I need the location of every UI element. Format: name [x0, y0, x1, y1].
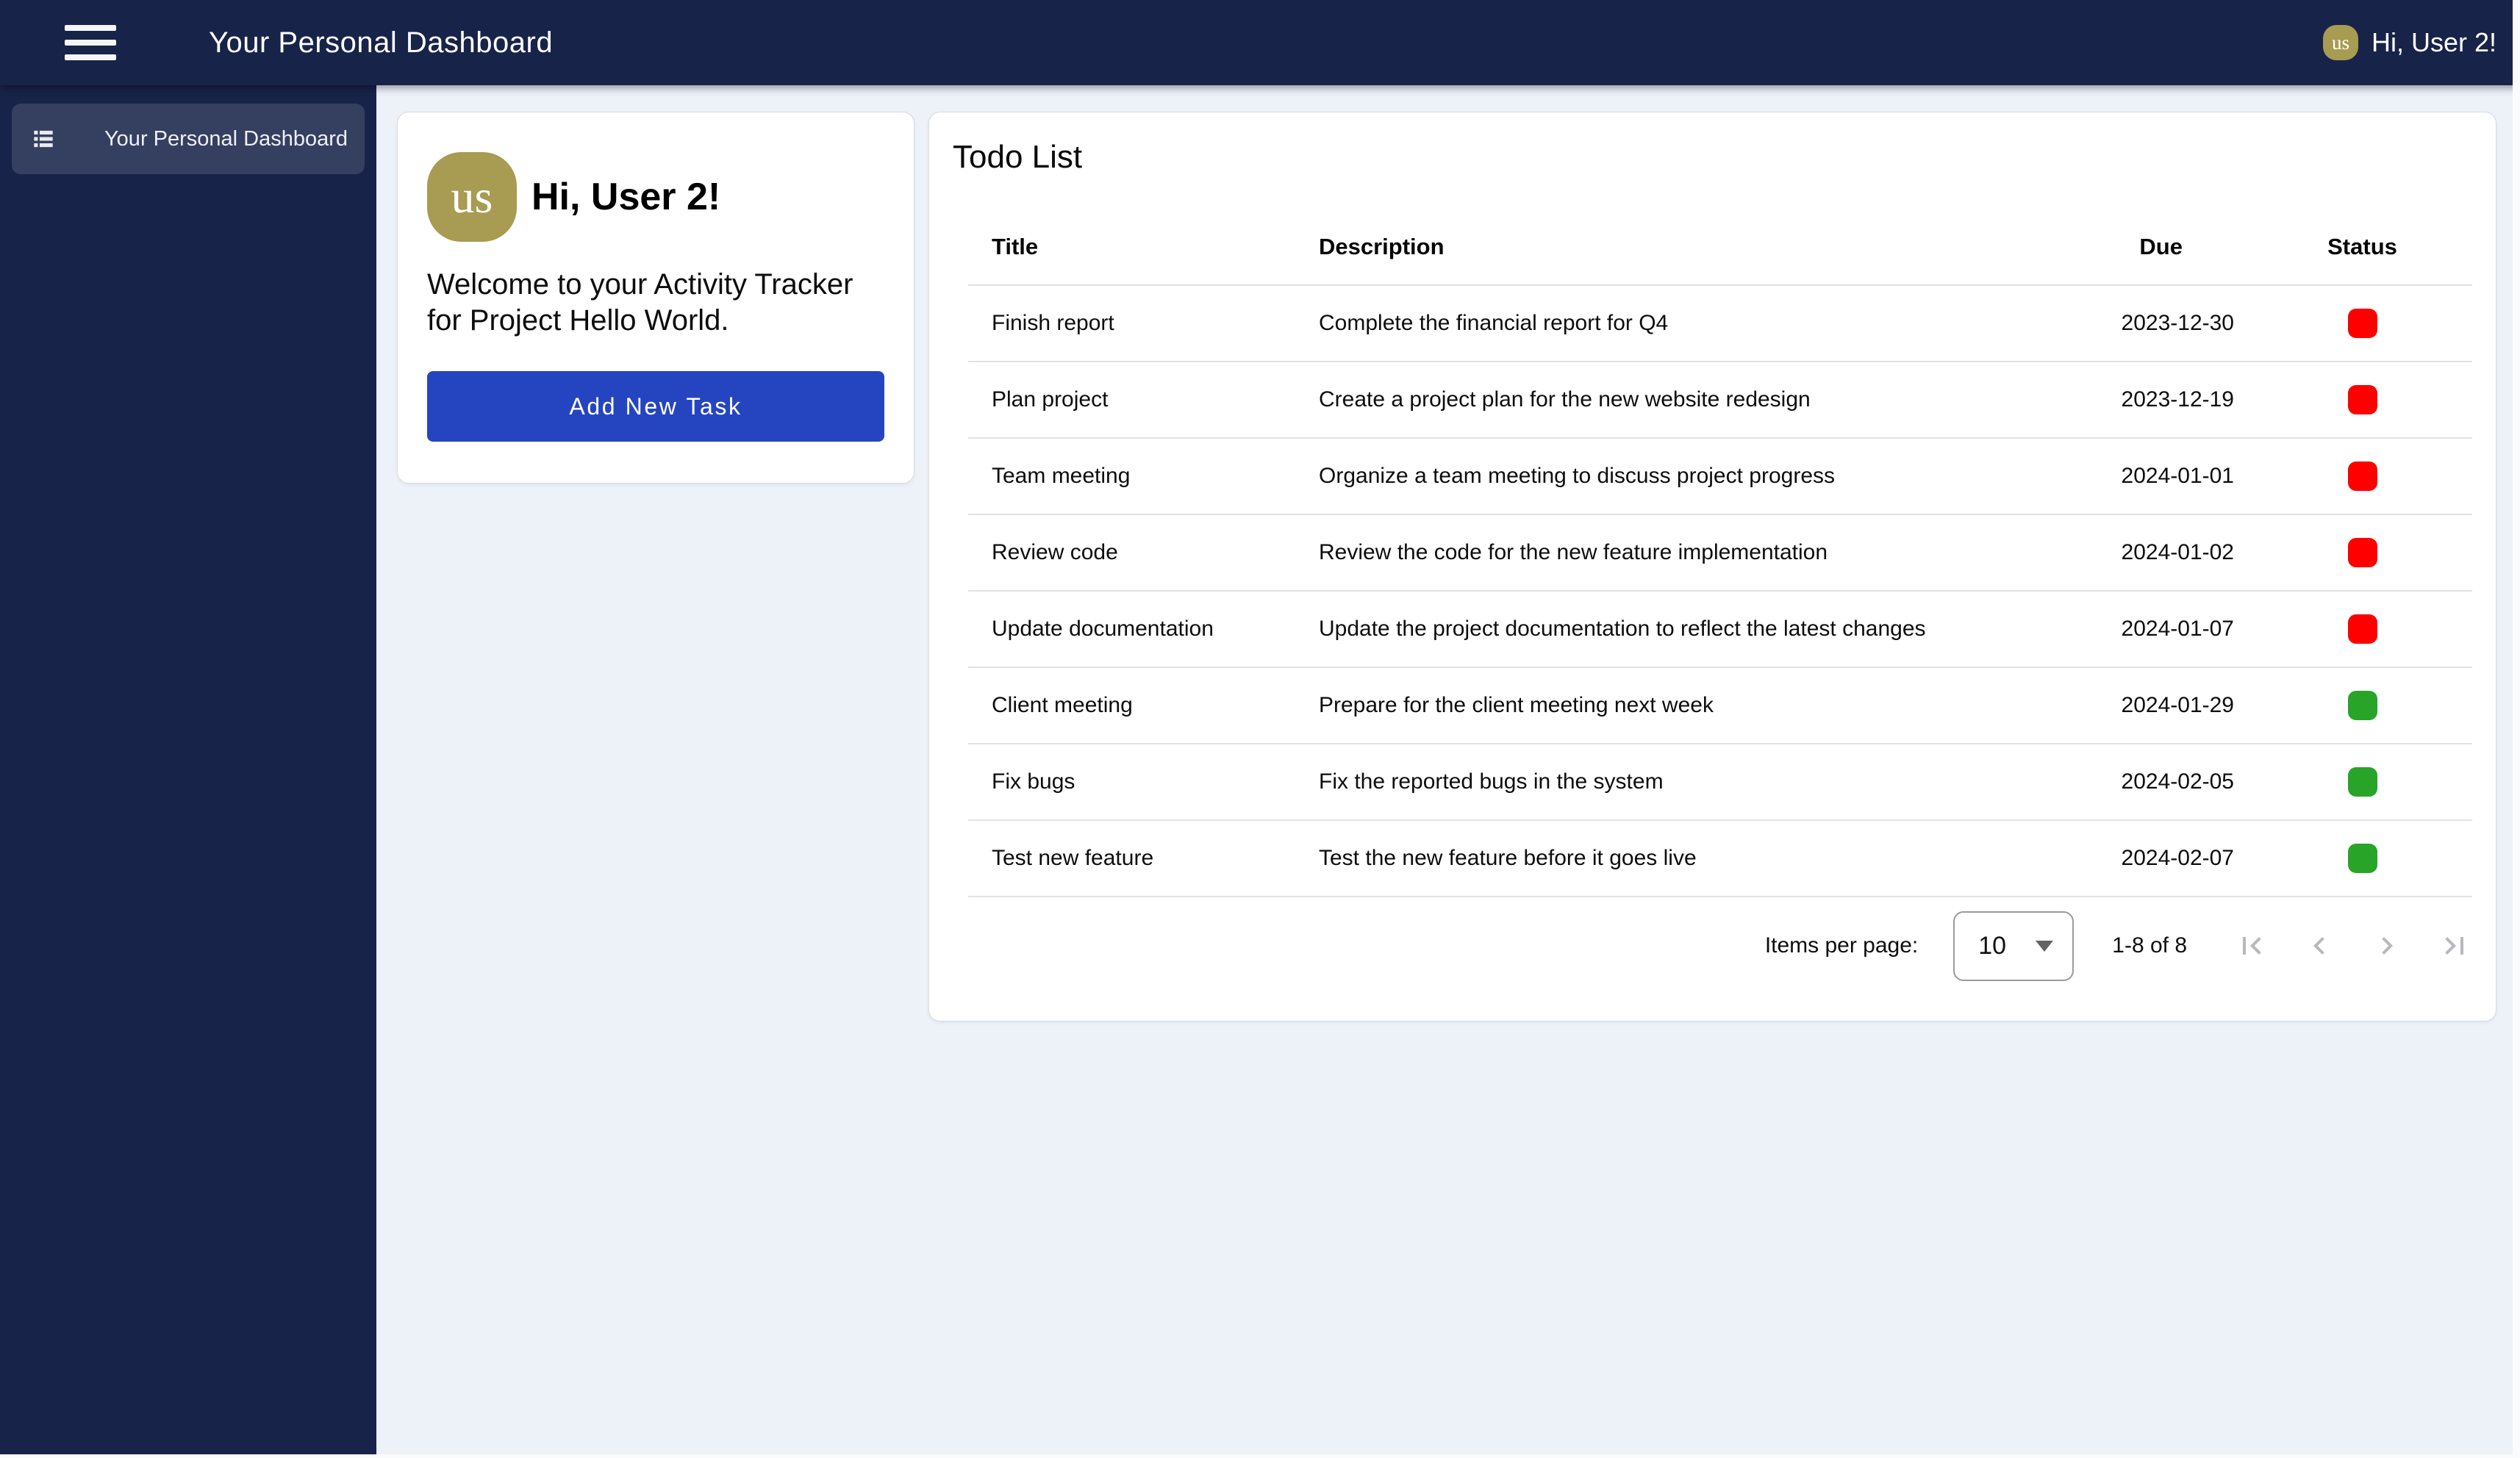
todo-list-card: Todo List Title Description Due Status F… — [928, 112, 2496, 1021]
task-title: Client meeting — [968, 693, 1319, 718]
horizontal-scrollbar[interactable] — [0, 1454, 2520, 1458]
view-list-icon — [29, 125, 57, 153]
table-row: Plan project Create a project plan for t… — [968, 362, 2472, 439]
task-due-date: 2023-12-19 — [2056, 387, 2252, 412]
column-header-description: Description — [1319, 234, 2056, 260]
user-greeting: Hi, User 2! — [2372, 27, 2496, 58]
page-range-label: 1-8 of 8 — [2112, 933, 2187, 958]
hamburger-menu-button[interactable] — [65, 17, 116, 68]
task-description: Update the project documentation to refl… — [1319, 617, 2056, 642]
next-page-icon — [2369, 928, 2405, 963]
status-chip[interactable] — [2348, 614, 2377, 644]
task-title: Test new feature — [968, 846, 1319, 871]
task-description: Test the new feature before it goes live — [1319, 846, 2056, 871]
status-chip[interactable] — [2348, 385, 2377, 414]
table-header-row: Title Description Due Status — [968, 209, 2472, 286]
task-due-date: 2024-01-07 — [2056, 617, 2252, 642]
hamburger-icon — [65, 25, 116, 31]
task-title: Review code — [968, 540, 1319, 565]
last-page-button[interactable] — [2437, 928, 2472, 963]
task-due-date: 2024-02-07 — [2056, 846, 2252, 871]
status-chip[interactable] — [2348, 462, 2377, 491]
task-due-date: 2024-01-02 — [2056, 540, 2252, 565]
task-description: Prepare for the client meeting next week — [1319, 693, 2056, 718]
task-title: Fix bugs — [968, 769, 1319, 794]
paginator: Items per page: 10 1-8 of 8 — [953, 897, 2472, 994]
task-description: Organize a team meeting to discuss proje… — [1319, 464, 2056, 489]
page-title: Your Personal Dashboard — [209, 26, 553, 60]
task-due-date: 2024-02-05 — [2056, 769, 2252, 794]
sidebar-item-dashboard[interactable]: Your Personal Dashboard — [12, 104, 365, 174]
welcome-message: Welcome to your Activity Tracker for Pro… — [427, 267, 884, 339]
table-row: Team meeting Organize a team meeting to … — [968, 439, 2472, 515]
status-chip[interactable] — [2348, 309, 2377, 338]
task-description: Fix the reported bugs in the system — [1319, 769, 2056, 794]
add-new-task-button[interactable]: Add New Task — [427, 371, 884, 442]
status-chip[interactable] — [2348, 538, 2377, 567]
status-chip[interactable] — [2348, 767, 2377, 797]
task-title: Update documentation — [968, 617, 1319, 642]
task-description: Complete the financial report for Q4 — [1319, 311, 2056, 336]
table-row: Review code Review the code for the new … — [968, 515, 2472, 592]
topbar: Your Personal Dashboard us Hi, User 2! — [0, 0, 2520, 85]
welcome-greeting: Hi, User 2! — [531, 175, 720, 219]
main-content: us Hi, User 2! Welcome to your Activity … — [376, 85, 2520, 1458]
column-header-due: Due — [2056, 234, 2252, 260]
column-header-status: Status — [2252, 234, 2472, 260]
page-size-value: 10 — [1978, 932, 2006, 960]
task-title: Team meeting — [968, 464, 1319, 489]
task-title: Finish report — [968, 311, 1319, 336]
column-header-title: Title — [968, 234, 1319, 260]
user-avatar: us — [2323, 25, 2358, 60]
sidebar: Your Personal Dashboard — [0, 85, 376, 1458]
table-row: Fix bugs Fix the reported bugs in the sy… — [968, 744, 2472, 821]
vertical-scrollbar[interactable] — [2513, 0, 2520, 1458]
table-row: Test new feature Test the new feature be… — [968, 821, 2472, 897]
previous-page-icon — [2302, 928, 2337, 963]
table-row: Client meeting Prepare for the client me… — [968, 668, 2472, 744]
welcome-card: us Hi, User 2! Welcome to your Activity … — [397, 112, 914, 484]
status-chip[interactable] — [2348, 691, 2377, 720]
status-chip[interactable] — [2348, 844, 2377, 873]
previous-page-button[interactable] — [2302, 928, 2337, 963]
page-size-select[interactable]: 10 — [1953, 911, 2074, 981]
todo-list-title: Todo List — [953, 138, 2472, 176]
welcome-card-header: us Hi, User 2! — [427, 152, 884, 242]
table-row: Finish report Complete the financial rep… — [968, 286, 2472, 362]
items-per-page-label: Items per page: — [1765, 933, 1918, 958]
paginator-nav — [2234, 928, 2472, 963]
task-due-date: 2023-12-30 — [2056, 311, 2252, 336]
task-title: Plan project — [968, 387, 1319, 412]
user-avatar-large: us — [427, 152, 517, 242]
first-page-icon — [2234, 928, 2269, 963]
first-page-button[interactable] — [2234, 928, 2269, 963]
task-description: Create a project plan for the new websit… — [1319, 387, 2056, 412]
last-page-icon — [2437, 928, 2472, 963]
sidebar-item-label: Your Personal Dashboard — [104, 127, 348, 151]
topbar-user-area: us Hi, User 2! — [2323, 25, 2505, 60]
task-due-date: 2024-01-01 — [2056, 464, 2252, 489]
todo-table: Title Description Due Status Finish repo… — [968, 209, 2472, 897]
task-description: Review the code for the new feature impl… — [1319, 540, 2056, 565]
caret-down-icon — [2036, 941, 2053, 952]
next-page-button[interactable] — [2369, 928, 2405, 963]
task-due-date: 2024-01-29 — [2056, 693, 2252, 718]
table-row: Update documentation Update the project … — [968, 592, 2472, 668]
